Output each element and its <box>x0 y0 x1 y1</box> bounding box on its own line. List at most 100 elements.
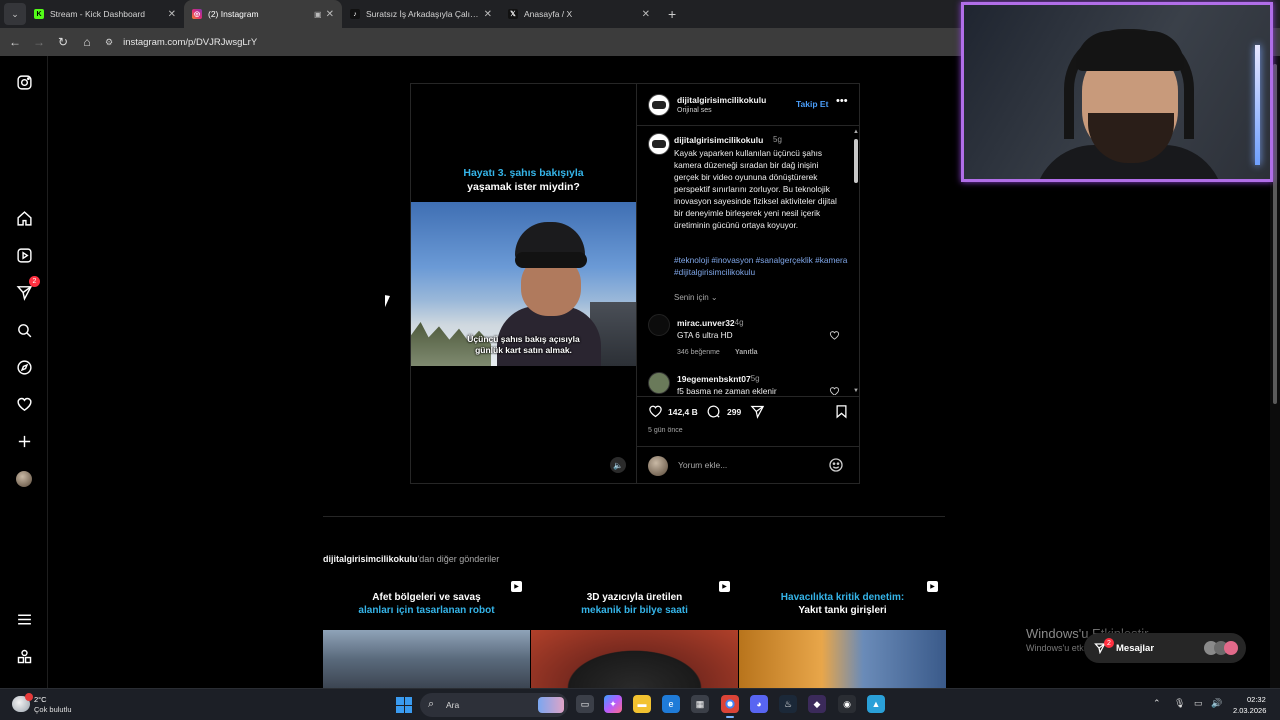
close-tab-icon[interactable]: ✕ <box>642 9 650 20</box>
like-comment-icon[interactable] <box>829 386 840 395</box>
x-icon: 𝕏 <box>508 9 518 19</box>
create-nav-icon[interactable] <box>14 431 34 451</box>
for-you-dropdown[interactable]: Senin için ⌄ <box>674 293 718 302</box>
like-count[interactable]: 142,4 B <box>668 407 698 417</box>
author-username[interactable]: dijitalgirisimcilikokulu <box>677 95 766 105</box>
start-icon[interactable] <box>396 697 412 713</box>
chrome-icon[interactable] <box>721 695 739 718</box>
new-tab-button[interactable]: + <box>668 6 676 22</box>
weather-icon[interactable] <box>12 693 33 712</box>
comments-list: dijitalgirisimcilikokulu 5g Kayak yapark… <box>637 127 860 395</box>
app-icon[interactable]: ▲ <box>867 695 885 713</box>
like-icon[interactable] <box>648 404 663 419</box>
explore-nav-icon[interactable] <box>14 357 34 377</box>
caption-hashtags[interactable]: #teknoloji #inovasyon #sanalgerçeklik #k… <box>674 254 849 278</box>
more-options-icon[interactable]: ••• <box>836 95 848 107</box>
search-placeholder: Ara <box>446 700 460 710</box>
obs-icon[interactable]: ◉ <box>838 695 856 713</box>
scroll-thumb[interactable] <box>854 139 858 183</box>
grid-post[interactable]: 3D yazıcıyla üretilen mekanik bir bilye … <box>531 575 738 688</box>
display-icon[interactable]: ▭ <box>1194 698 1203 709</box>
volume-icon[interactable]: 🔈 <box>610 457 626 473</box>
instagram-logo-icon[interactable] <box>14 72 34 92</box>
edge-icon[interactable]: e <box>662 695 680 713</box>
author-avatar[interactable] <box>648 94 670 116</box>
task-view-icon[interactable]: ▭ <box>576 695 594 713</box>
webcam-overlay <box>961 2 1273 182</box>
comment-username[interactable]: 19egemenbsknt07 5g <box>677 374 760 384</box>
skier-goggles <box>515 252 587 268</box>
more-menu-icon[interactable] <box>14 609 34 629</box>
comment-username[interactable]: mirac.unver32 4g <box>677 318 744 328</box>
reply-button[interactable]: Yanıtla <box>735 349 758 356</box>
reload-icon[interactable]: ↻ <box>51 35 75 49</box>
back-icon[interactable]: ← <box>3 35 27 49</box>
steam-icon[interactable]: ♨ <box>779 695 797 713</box>
comment-text: f5 basma ne zaman eklenir <box>677 386 777 395</box>
clock-date[interactable]: 2.03.2026 <box>1233 706 1266 715</box>
home-icon[interactable]: ⌂ <box>75 35 99 49</box>
file-explorer-icon[interactable]: ▬ <box>633 695 651 713</box>
grid-post-title: Afet bölgeleri ve savaş alanları için ta… <box>323 591 530 617</box>
search-nav-icon[interactable] <box>14 320 34 340</box>
site-info-icon[interactable]: ⚙ <box>105 37 113 48</box>
tab-instagram[interactable]: ◎ (2) Instagram ▣ ✕ <box>184 0 342 28</box>
streamer-cap <box>1076 31 1184 71</box>
volume-icon[interactable]: 🔊 <box>1211 698 1222 709</box>
grid-post[interactable]: Afet bölgeleri ve savaş alanları için ta… <box>323 575 530 688</box>
app-icon[interactable]: ◆ <box>808 695 826 713</box>
tray-overflow-icon[interactable]: ⌃ <box>1153 698 1161 709</box>
caption-text: Kayak yaparken kullanılan üçüncü şahıs k… <box>674 148 837 230</box>
close-tab-icon[interactable]: ✕ <box>484 9 492 20</box>
like-comment-icon[interactable] <box>829 330 840 341</box>
tab-search-button[interactable]: ⌄ <box>4 3 26 25</box>
also-from-meta-icon[interactable] <box>14 646 34 666</box>
close-tab-icon[interactable]: ✕ <box>168 9 176 20</box>
scroll-down-icon[interactable]: ▼ <box>853 388 859 394</box>
tab-kick[interactable]: K Stream - Kick Dashboard ✕ <box>26 0 184 28</box>
messages-button[interactable]: 2 Mesajlar <box>1084 633 1246 663</box>
subtitle-line-1: Üçüncü şahıs bakış açısıyla <box>467 334 580 344</box>
forward-icon[interactable]: → <box>27 35 51 49</box>
profile-nav-avatar[interactable] <box>14 469 34 489</box>
save-icon[interactable] <box>834 404 849 419</box>
store-icon[interactable]: ▦ <box>691 695 709 713</box>
weather-temp[interactable]: 2°C <box>34 695 47 704</box>
close-tab-icon[interactable]: ✕ <box>326 9 334 20</box>
caption-username[interactable]: dijitalgirisimcilikokulu <box>674 135 763 145</box>
clock-time[interactable]: 02:32 <box>1247 695 1266 704</box>
home-nav-icon[interactable] <box>14 208 34 228</box>
more-posts-username[interactable]: dijitalgirisimcilikokulu <box>323 554 418 564</box>
audio-label[interactable]: Orijinal ses <box>677 107 712 114</box>
follow-button[interactable]: Takip Et <box>796 99 828 109</box>
messages-nav-icon[interactable]: 2 <box>14 276 40 302</box>
notifications-nav-icon[interactable] <box>14 394 34 414</box>
page-scroll-thumb[interactable] <box>1273 64 1277 404</box>
grid-post[interactable]: Havacılıkta kritik denetim: Yakıt tankı … <box>739 575 946 688</box>
copilot-icon[interactable]: ✦ <box>604 695 622 713</box>
tab-x[interactable]: 𝕏 Anasayfa / X ✕ <box>500 0 658 28</box>
scroll-up-icon[interactable]: ▲ <box>853 129 859 135</box>
comments-scrollbar[interactable]: ▲ ▼ <box>852 129 860 394</box>
comment-avatar[interactable] <box>648 372 670 394</box>
share-icon[interactable] <box>750 404 765 419</box>
discord-icon[interactable]: ◕ <box>750 695 768 713</box>
comment-icon[interactable] <box>706 404 721 419</box>
comment-user-text: 19egemenbsknt07 <box>677 374 751 384</box>
weather-condition[interactable]: Çok bulutlu <box>34 705 72 714</box>
comment-count[interactable]: 299 <box>727 407 741 417</box>
url-input[interactable]: instagram.com/p/DVJRJwsgLrY <box>123 37 257 48</box>
comment-avatar[interactable] <box>648 314 670 336</box>
taskbar-search[interactable]: ⌕ Ara <box>420 693 568 717</box>
section-divider <box>323 516 945 517</box>
cast-icon[interactable]: ▣ <box>314 10 322 19</box>
comment-input[interactable]: Yorum ekle... <box>678 460 727 470</box>
caption-avatar[interactable] <box>648 133 670 155</box>
emoji-icon[interactable] <box>828 457 844 473</box>
grid-title-line-2: Yakıt tankı girişleri <box>798 605 887 616</box>
reel-video[interactable]: Hayatı 3. şahıs bakışıyla yaşamak ister … <box>411 84 636 483</box>
tab-tiktok[interactable]: ♪ Suratsız İş Arkadaşıyla Çalışmak ✕ <box>342 0 500 28</box>
comment-like-count[interactable]: 346 beğenme <box>677 349 720 356</box>
reels-nav-icon[interactable] <box>14 245 34 265</box>
microphone-icon[interactable]: 🎙 <box>1174 698 1185 709</box>
